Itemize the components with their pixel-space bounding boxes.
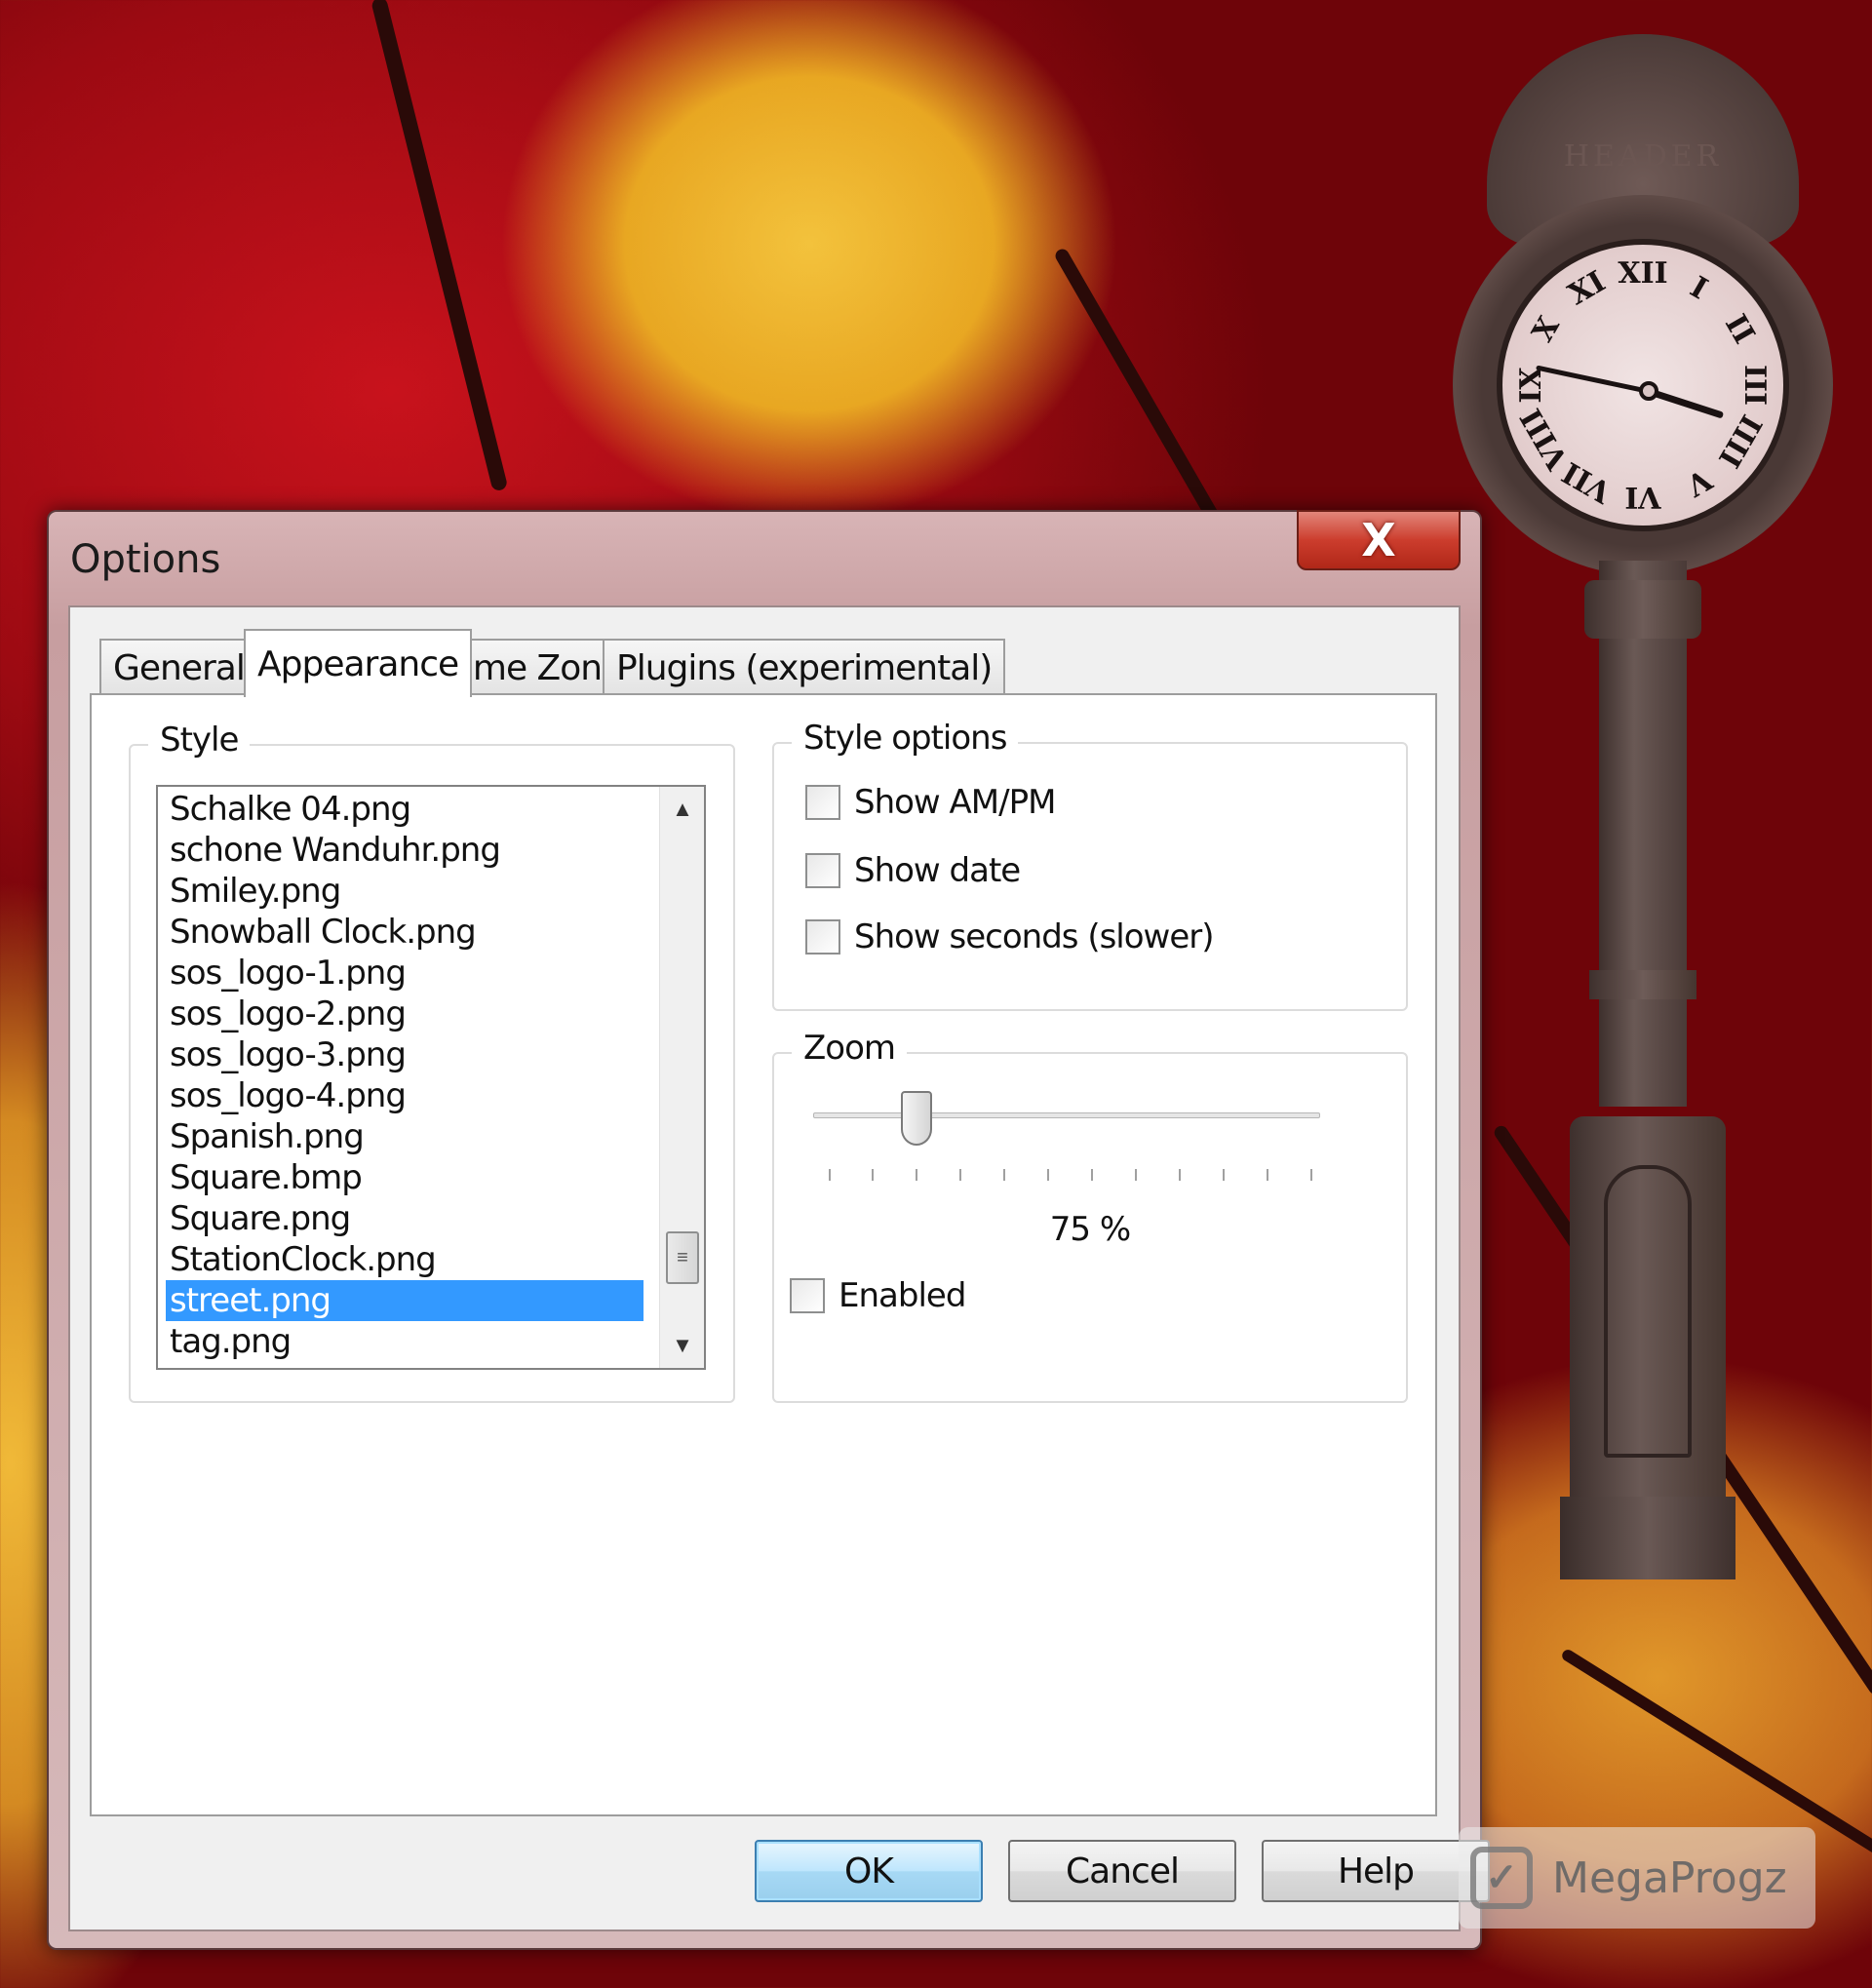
list-item[interactable]: sos_logo-3.png bbox=[166, 1034, 644, 1075]
clock-numeral: XII bbox=[1618, 256, 1668, 291]
slider-tick bbox=[1223, 1169, 1225, 1181]
clock-face: XI X IX VIII VII VI V IIII III II I XII bbox=[1497, 239, 1789, 531]
scroll-down-icon[interactable]: ▼ bbox=[660, 1323, 704, 1368]
close-icon: X bbox=[1361, 514, 1396, 566]
clock-post bbox=[1599, 561, 1687, 1107]
show-seconds-checkbox-row[interactable]: Show seconds (slower) bbox=[805, 917, 1215, 956]
clock-post-ring bbox=[1589, 970, 1696, 999]
style-options-groupbox: Style options Show AM/PM Show date Show … bbox=[772, 719, 1408, 1011]
zoom-groupbox: Zoom 75 % Enabled bbox=[772, 1029, 1408, 1403]
show-date-checkbox-row[interactable]: Show date bbox=[805, 851, 1021, 890]
list-item[interactable]: StationClock.png bbox=[166, 1239, 644, 1280]
slider-tick bbox=[1047, 1169, 1049, 1181]
ok-button[interactable]: OK bbox=[755, 1840, 983, 1902]
clock-crown-text: HEADER bbox=[1563, 139, 1723, 174]
list-item[interactable]: sos_logo-4.png bbox=[166, 1075, 644, 1116]
slider-tick bbox=[1179, 1169, 1181, 1181]
slider-tick bbox=[872, 1169, 874, 1181]
megaprogz-logo-icon: ✓ bbox=[1470, 1847, 1533, 1909]
scroll-thumb[interactable]: ≡ bbox=[666, 1231, 699, 1284]
appearance-tab-page: Style Schalke 04.png schone Wanduhr.png … bbox=[90, 693, 1437, 1816]
zoom-enabled-label: Enabled bbox=[838, 1276, 966, 1315]
zoom-slider-thumb[interactable] bbox=[901, 1091, 932, 1146]
scroll-up-icon[interactable]: ▲ bbox=[660, 787, 704, 832]
slider-tick bbox=[1310, 1169, 1312, 1181]
watermark-text: MegaProgz bbox=[1552, 1852, 1787, 1903]
help-button[interactable]: Help bbox=[1262, 1840, 1490, 1902]
list-item[interactable]: Square.bmp bbox=[166, 1157, 644, 1198]
cancel-button[interactable]: Cancel bbox=[1008, 1840, 1236, 1902]
list-item[interactable]: schone Wanduhr.png bbox=[166, 830, 644, 871]
options-dialog: Options X General Appearance Time Zones … bbox=[47, 510, 1490, 1950]
slider-tick bbox=[959, 1169, 961, 1181]
street-clock-gadget[interactable]: HEADER XI X IX VIII VII VI V IIII III II I XII bbox=[1453, 34, 1838, 1579]
show-ampm-label: Show AM/PM bbox=[854, 783, 1056, 822]
slider-tick bbox=[1135, 1169, 1137, 1181]
background-branch bbox=[370, 0, 509, 492]
clock-center-pin bbox=[1639, 381, 1658, 401]
clock-hour-hand bbox=[1647, 388, 1725, 419]
list-item[interactable]: Smiley.png bbox=[166, 871, 644, 912]
style-list-scrollbar[interactable]: ▲ ≡ ▼ bbox=[659, 787, 704, 1368]
slider-tick bbox=[1091, 1169, 1093, 1181]
list-item[interactable]: Square.png bbox=[166, 1198, 644, 1239]
zoom-enabled-checkbox[interactable] bbox=[790, 1278, 825, 1313]
background-branch bbox=[1053, 247, 1231, 541]
zoom-slider-track[interactable] bbox=[813, 1112, 1320, 1118]
tab-appearance[interactable]: Appearance bbox=[244, 629, 473, 697]
list-item-selected[interactable]: street.png bbox=[166, 1280, 644, 1321]
zoom-label: Zoom bbox=[792, 1029, 908, 1068]
close-button[interactable]: X bbox=[1297, 510, 1461, 570]
style-groupbox: Style Schalke 04.png schone Wanduhr.png … bbox=[129, 721, 735, 1403]
list-item[interactable]: Schalke 04.png bbox=[166, 789, 644, 830]
clock-face-ring: XI X IX VIII VII VI V IIII III II I XII bbox=[1453, 195, 1833, 575]
show-seconds-label: Show seconds (slower) bbox=[854, 917, 1215, 956]
show-ampm-checkbox[interactable] bbox=[805, 785, 840, 820]
dialog-client-area: General Appearance Time Zones Plugins (e… bbox=[68, 605, 1490, 1931]
show-ampm-checkbox-row[interactable]: Show AM/PM bbox=[805, 783, 1056, 822]
list-item[interactable]: Spanish.png bbox=[166, 1116, 644, 1157]
tab-plugins[interactable]: Plugins (experimental) bbox=[603, 639, 1006, 695]
show-date-checkbox[interactable] bbox=[805, 853, 840, 888]
show-date-label: Show date bbox=[854, 851, 1021, 890]
list-item[interactable]: sos_logo-2.png bbox=[166, 994, 644, 1034]
watermark: ✓ MegaProgz bbox=[1459, 1827, 1815, 1929]
dialog-title: Options bbox=[70, 537, 221, 582]
zoom-value: 75 % bbox=[1049, 1210, 1131, 1249]
clock-foot bbox=[1560, 1497, 1736, 1579]
tab-general[interactable]: General bbox=[99, 639, 258, 695]
style-listbox[interactable]: Schalke 04.png schone Wanduhr.png Smiley… bbox=[156, 785, 706, 1370]
slider-tick bbox=[1267, 1169, 1268, 1181]
list-item[interactable]: tag.png bbox=[166, 1321, 644, 1362]
list-item[interactable]: Snowball Clock.png bbox=[166, 912, 644, 953]
style-group-label: Style bbox=[148, 721, 251, 760]
clock-numeral: III bbox=[1737, 364, 1772, 407]
clock-base-panel bbox=[1604, 1165, 1692, 1458]
slider-tick bbox=[1003, 1169, 1005, 1181]
list-item[interactable]: sos_logo-1.png bbox=[166, 953, 644, 994]
clock-collar bbox=[1584, 580, 1701, 639]
slider-tick bbox=[916, 1169, 917, 1181]
zoom-enabled-checkbox-row[interactable]: Enabled bbox=[790, 1276, 966, 1315]
show-seconds-checkbox[interactable] bbox=[805, 919, 840, 955]
slider-tick bbox=[829, 1169, 831, 1181]
style-options-label: Style options bbox=[792, 719, 1019, 758]
